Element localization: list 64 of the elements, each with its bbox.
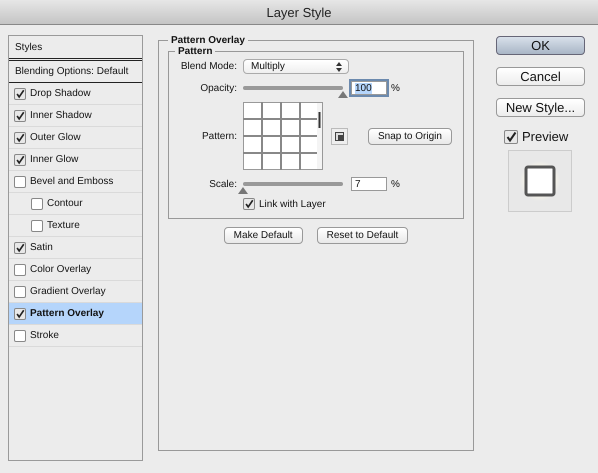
checkbox-label: Link with Layer: [259, 198, 326, 210]
style-item[interactable]: Texture: [9, 215, 142, 237]
field-label: Opacity:: [199, 82, 237, 94]
dialog-button[interactable]: Cancel: [496, 67, 585, 86]
style-label: Contour: [47, 198, 83, 209]
field-label: Blend Mode:: [180, 61, 237, 72]
style-label: Outer Glow: [30, 132, 81, 143]
panel-button[interactable]: Reset to Default: [316, 227, 408, 244]
checkbox[interactable]: [14, 176, 26, 188]
style-label: Color Overlay: [30, 264, 92, 275]
style-label: Gradient Overlay: [30, 286, 106, 297]
checkbox[interactable]: [14, 242, 26, 254]
style-item[interactable]: Drop Shadow: [9, 83, 142, 105]
style-item[interactable]: Inner Shadow: [9, 105, 142, 127]
style-label: Pattern Overlay: [30, 308, 104, 319]
style-item[interactable]: Inner Glow: [9, 149, 142, 171]
style-item[interactable]: Color Overlay: [9, 259, 142, 281]
style-item[interactable]: Outer Glow: [9, 127, 142, 149]
style-item[interactable]: Pattern Overlay: [9, 303, 142, 325]
style-label: Stroke: [30, 330, 59, 341]
style-label: Bevel and Emboss: [30, 176, 114, 187]
style-item[interactable]: Satin: [9, 237, 142, 259]
checkbox[interactable]: [31, 198, 43, 210]
updown-arrows-icon: [336, 62, 342, 72]
number-field[interactable]: 100: [351, 81, 387, 95]
window-title: Layer Style: [266, 4, 332, 20]
dialog-button[interactable]: OK: [496, 36, 585, 55]
panel-button[interactable]: Make Default: [224, 227, 303, 244]
new-preset-button[interactable]: [331, 128, 348, 144]
style-item[interactable]: Contour: [9, 193, 142, 215]
group-title: Pattern Overlay: [170, 35, 246, 46]
style-label: Drop Shadow: [30, 88, 91, 99]
dialog-button[interactable]: New Style...: [496, 98, 585, 117]
field-label: Pattern:: [200, 130, 237, 142]
snap-to-origin-button[interactable]: Snap to Origin: [368, 128, 452, 144]
group-title: Pattern: [177, 46, 214, 57]
field-label: Scale:: [208, 178, 237, 190]
checkbox[interactable]: [14, 286, 26, 298]
unit-label: %: [391, 178, 400, 190]
unit-label: %: [391, 82, 400, 94]
style-label: Texture: [47, 220, 80, 231]
style-item[interactable]: Stroke: [9, 325, 142, 347]
checkbox[interactable]: [14, 154, 26, 166]
checkbox[interactable]: [31, 220, 43, 232]
checkbox[interactable]: [14, 308, 26, 320]
checkbox[interactable]: [14, 330, 26, 342]
number-field[interactable]: 7: [351, 177, 387, 191]
checkbox[interactable]: [14, 264, 26, 276]
checkbox[interactable]: [243, 198, 255, 210]
checkbox[interactable]: [14, 132, 26, 144]
preview-drawing: [508, 150, 572, 212]
style-item[interactable]: Bevel and Emboss: [9, 171, 142, 193]
square-icon: [335, 132, 344, 140]
pattern-swatch[interactable]: [243, 102, 323, 170]
style-label: Satin: [30, 242, 53, 253]
styles-header[interactable]: Styles: [9, 36, 142, 61]
style-label: Inner Glow: [30, 154, 78, 165]
style-label: Inner Shadow: [30, 110, 92, 121]
checkbox[interactable]: [14, 88, 26, 100]
checkbox[interactable]: [504, 130, 518, 144]
checkbox[interactable]: [14, 110, 26, 122]
styles-header[interactable]: Blending Options: Default: [9, 61, 142, 83]
blend-mode-dropdown[interactable]: Multiply: [243, 59, 349, 74]
checkbox-label: Preview: [522, 129, 568, 144]
